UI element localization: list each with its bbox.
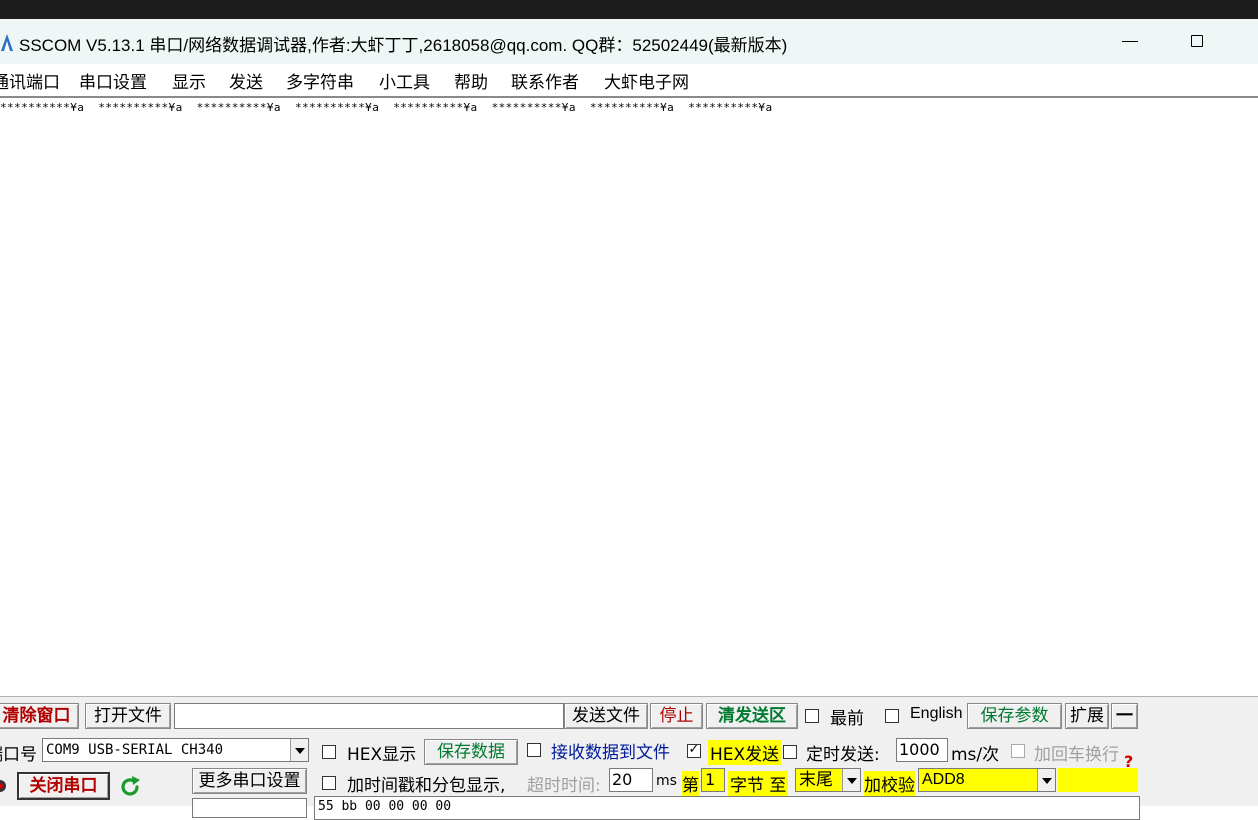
menu-send[interactable]: 发送 <box>229 68 263 93</box>
os-top-strip <box>0 0 1258 19</box>
port-status-icon <box>0 780 6 792</box>
topmost-label: 最前 <box>830 709 864 729</box>
menu-tools[interactable]: 小工具 <box>379 68 430 93</box>
menu-website[interactable]: 大虾电子网 <box>604 68 689 93</box>
receive-to-file-checkbox[interactable] <box>527 743 541 757</box>
port-select-value: COM9 USB-SERIAL CH340 <box>46 742 224 758</box>
send-textarea[interactable]: 55 bb 00 00 00 00 <box>314 796 1140 820</box>
receive-to-file-label: 接收数据到文件 <box>551 743 670 763</box>
interval-unit: ms/次 <box>951 745 1000 765</box>
stop-button[interactable]: 停止 <box>650 703 703 729</box>
timed-send-checkbox[interactable] <box>783 745 797 759</box>
open-file-button[interactable]: 打开文件 <box>85 703 171 729</box>
help-icon[interactable]: ? <box>1124 752 1133 771</box>
hex-display-checkbox[interactable] <box>322 745 336 759</box>
menu-multi-string[interactable]: 多字符串 <box>286 68 354 93</box>
menu-serial-settings[interactable]: 串口设置 <box>79 68 147 93</box>
send-file-button[interactable]: 发送文件 <box>564 703 648 729</box>
clear-send-button[interactable]: 清发送区 <box>706 703 798 729</box>
timestamp-checkbox[interactable] <box>322 776 336 790</box>
more-settings-button[interactable]: 更多串口设置 <box>192 768 307 794</box>
clear-window-button[interactable]: 清除窗口 <box>0 703 79 729</box>
checksum-highlight <box>1058 768 1138 792</box>
byte-from-prefix: 第 <box>682 771 699 796</box>
timeout-input[interactable]: 20 <box>609 768 653 792</box>
timeout-unit: ms <box>656 773 677 789</box>
window-title: SSCOM V5.13.1 串口/网络数据调试器,作者:大虾丁丁,2618058… <box>19 36 788 55</box>
chevron-down-icon[interactable] <box>842 769 860 791</box>
maximize-button[interactable] <box>1178 28 1218 56</box>
collapse-button[interactable]: 一 <box>1111 703 1138 729</box>
save-params-button[interactable]: 保存参数 <box>967 703 1062 729</box>
timestamp-label: 加时间戳和分包显示, <box>347 776 506 796</box>
port-select[interactable]: COM9 USB-SERIAL CH340 <box>42 738 309 762</box>
refresh-icon[interactable] <box>118 775 142 799</box>
expand-button[interactable]: 扩展 <box>1065 703 1109 729</box>
english-checkbox[interactable] <box>885 709 899 723</box>
chevron-down-icon[interactable] <box>1037 769 1055 791</box>
menu-display[interactable]: 显示 <box>172 68 206 93</box>
port-label: 端口号 <box>0 745 37 765</box>
checksum-select[interactable]: ADD8 <box>918 768 1056 792</box>
menu-contact-author[interactable]: 联系作者 <box>511 68 579 93</box>
checksum-label: 加校验 <box>864 771 915 796</box>
timeout-label: 超时时间: <box>527 776 601 796</box>
timed-send-label: 定时发送: <box>806 745 880 765</box>
hex-send-checkbox[interactable]: ✓ <box>687 743 701 758</box>
close-port-button[interactable]: 关闭串口 <box>17 772 110 800</box>
byte-from-input[interactable]: 1 <box>701 768 725 792</box>
topmost-checkbox[interactable] <box>805 709 819 723</box>
receive-text: **********¥a **********¥a **********¥a *… <box>0 101 773 114</box>
chevron-down-icon[interactable] <box>290 739 308 761</box>
hex-send-label: HEX发送 <box>708 740 782 765</box>
add-crlf-label: 加回车换行 <box>1034 745 1119 765</box>
secondary-select[interactable] <box>192 798 307 818</box>
byte-to-label: 字节 至 <box>728 771 789 796</box>
checksum-value: ADD8 <box>922 771 965 788</box>
menu-comm-port[interactable]: 通讯端口 <box>0 68 60 93</box>
hex-display-label: HEX显示 <box>347 745 417 765</box>
save-data-button[interactable]: 保存数据 <box>424 739 518 765</box>
add-crlf-checkbox[interactable] <box>1011 744 1025 758</box>
file-path-input[interactable] <box>174 703 564 729</box>
receive-area[interactable] <box>0 96 1258 696</box>
sscom-app-icon <box>1 34 13 51</box>
minimize-button[interactable] <box>1110 28 1150 56</box>
menu-help[interactable]: 帮助 <box>454 68 488 93</box>
byte-to-select[interactable]: 末尾 <box>795 768 861 792</box>
interval-input[interactable]: 1000 <box>896 738 948 762</box>
byte-to-value: 末尾 <box>799 770 833 790</box>
english-label: English <box>910 705 963 722</box>
